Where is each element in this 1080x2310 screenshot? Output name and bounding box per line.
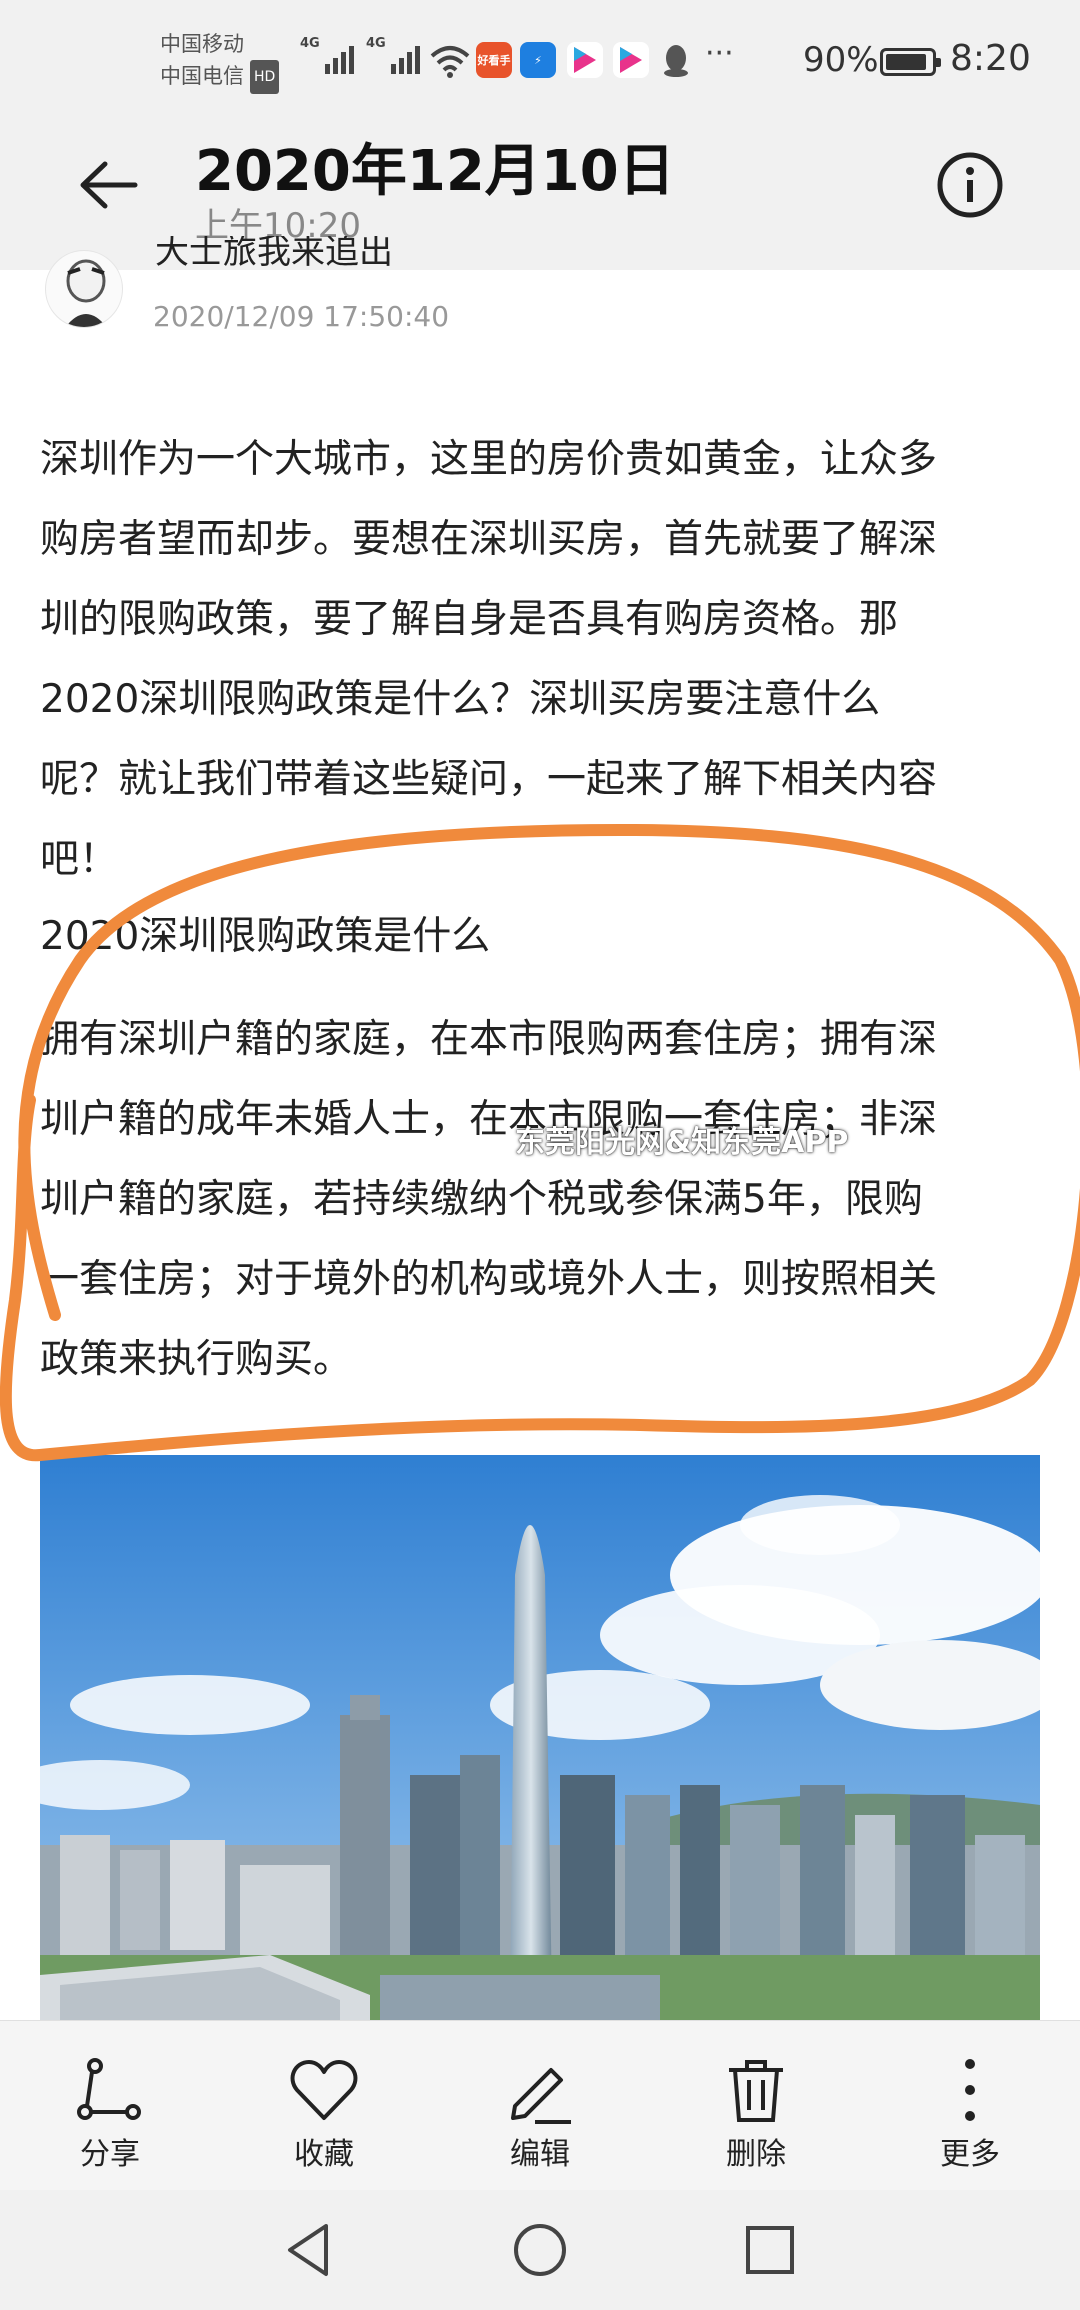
policy-line: 政策来执行购买。	[40, 1337, 353, 1382]
post-timestamp: 2020/12/09 17:50:40	[153, 300, 450, 333]
delete-button[interactable]: 删除	[686, 2021, 826, 2191]
info-icon[interactable]	[935, 150, 1005, 220]
delete-label: 删除	[726, 2137, 786, 2172]
more-label: 更多	[940, 2137, 1000, 2172]
article-line: 呢？就让我们带着这些疑问，一起来了解下相关内容	[40, 757, 938, 802]
action-bar: 分享 收藏 编辑 删除 更多	[0, 2020, 1080, 2190]
hd-badge: HD	[250, 60, 280, 94]
watermark: 东莞阳光网&知东莞APP	[515, 1125, 849, 1160]
more-button[interactable]: 更多	[900, 2021, 1040, 2191]
nav-home-icon[interactable]	[510, 2220, 570, 2280]
policy-line: 圳户籍的家庭，若持续缴纳个税或参保满5年，限购	[40, 1177, 923, 1222]
signal-1-icon: 4G	[300, 36, 354, 74]
nav-back-icon[interactable]	[278, 2220, 338, 2280]
system-nav-bar	[0, 2190, 1080, 2310]
pencil-icon	[511, 2068, 571, 2124]
back-arrow-icon[interactable]	[75, 150, 145, 220]
article-line: 吧！	[40, 837, 119, 882]
signal-1-label: 4G	[300, 36, 320, 51]
heart-icon	[290, 2060, 358, 2120]
share-label: 分享	[80, 2137, 140, 2172]
edit-button[interactable]: 编辑	[470, 2021, 610, 2191]
share-icon	[77, 2058, 141, 2120]
policy-line: 一套住房；对于境外的机构或境外人士，则按照相关	[40, 1257, 938, 1302]
app-icon-lightning: ⚡	[520, 42, 556, 78]
page-title: 2020年12月10日	[195, 139, 675, 204]
youku-icon-2	[613, 42, 649, 78]
battery-icon	[880, 48, 941, 76]
author-avatar[interactable]	[45, 250, 123, 328]
favorite-label: 收藏	[294, 2137, 354, 2172]
favorite-button[interactable]: 收藏	[254, 2021, 394, 2191]
article-line: 深圳作为一个大城市，这里的房价贵如黄金，让众多	[40, 437, 938, 482]
screen: 中国移动 中国电信 HD 4G 4G 好看手 ⚡ ··· 90% 8:20 20…	[0, 0, 1080, 2310]
app-icon-1: 好看手	[476, 42, 512, 78]
article-line: 圳的限购政策，要了解自身是否具有购房资格。那	[40, 597, 899, 642]
battery-percent: 90%	[803, 40, 879, 80]
qq-icon	[664, 45, 688, 77]
wifi-icon	[430, 46, 470, 78]
battery-fill	[886, 54, 926, 70]
edit-label: 编辑	[510, 2137, 570, 2172]
author-name-text: 大士旅我来追出	[155, 236, 393, 268]
carrier-1: 中国移动	[160, 32, 244, 56]
signal-2-label: 4G	[366, 36, 386, 51]
city-skyline-photo[interactable]	[40, 1455, 1040, 2020]
more-vertical-icon	[965, 2059, 975, 2121]
carrier-2: 中国电信	[160, 64, 244, 88]
carrier-info: 中国移动 中国电信 HD	[160, 28, 280, 94]
trash-icon	[729, 2060, 783, 2122]
article-intro: 深圳作为一个大城市，这里的房价贵如黄金，让众多 购房者望而却步。要想在深圳买房，…	[40, 420, 1050, 900]
policy-text: 拥有深圳户籍的家庭，在本市限购两套住房；拥有深 圳户籍的成年未婚人士，在本市限购…	[40, 1000, 1050, 1400]
more-notifications: ···	[705, 36, 734, 71]
status-bar: 中国移动 中国电信 HD 4G 4G 好看手 ⚡ ··· 90% 8:20	[0, 0, 1080, 120]
share-button[interactable]: 分享	[40, 2021, 180, 2191]
signal-2-icon: 4G	[366, 36, 420, 74]
youku-icon	[567, 42, 603, 78]
policy-line: 拥有深圳户籍的家庭，在本市限购两套住房；拥有深	[40, 1017, 938, 1062]
article-line: 2020深圳限购政策是什么？深圳买房要注意什么	[40, 677, 881, 722]
nav-recents-icon[interactable]	[740, 2220, 800, 2280]
article-line: 购房者望而却步。要想在深圳买房，首先就要了解深	[40, 517, 938, 562]
section-heading: 2020深圳限购政策是什么	[40, 914, 491, 959]
clock: 8:20	[950, 38, 1031, 79]
author-name: 大士旅我来追出	[155, 236, 393, 268]
